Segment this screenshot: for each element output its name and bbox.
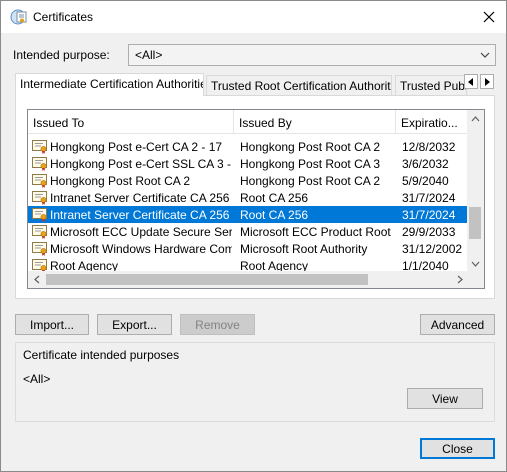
- window-title: Certificates: [33, 10, 94, 24]
- certificate-icon: [32, 242, 47, 256]
- intended-purpose-value: <All>: [135, 48, 163, 62]
- chevron-left-icon: [33, 275, 39, 284]
- column-label: Expiratio...: [401, 116, 458, 130]
- cell-issued-to: Hongkong Post e-Cert CA 2 - 17: [50, 140, 223, 154]
- tab-strip: Intermediate Certification Authorities T…: [15, 73, 495, 96]
- tab-trusted-root-ca[interactable]: Trusted Root Certification Authorities: [206, 75, 392, 95]
- intended-purpose-select[interactable]: <All>: [128, 44, 496, 66]
- cell-expiration: 31/12/2002: [402, 242, 463, 256]
- cell-issued-by: Hongkong Post Root CA 3: [240, 157, 381, 171]
- tab-panel: Issued To Issued By Expiratio... Hongkon…: [15, 95, 495, 299]
- table-row[interactable]: Intranet Server Certificate CA 256 Root C…: [28, 206, 468, 223]
- cell-expiration: 31/7/2024: [402, 208, 456, 222]
- remove-button[interactable]: Remove: [180, 314, 255, 335]
- tab-label: Trusted Publ: [400, 79, 467, 93]
- button-label: Advanced: [430, 317, 485, 332]
- cell-expiration: 3/6/2032: [402, 157, 449, 171]
- view-button[interactable]: View: [407, 388, 483, 409]
- vertical-scroll-thumb[interactable]: [469, 207, 481, 239]
- tab-label: Trusted Root Certification Authorities: [211, 79, 392, 93]
- cell-issued-by: Microsoft ECC Product Root ...: [240, 225, 392, 239]
- intended-purposes-value: <All>: [23, 372, 51, 386]
- horizontal-scrollbar[interactable]: [28, 271, 468, 288]
- cell-expiration: 31/7/2024: [402, 191, 456, 205]
- button-label: Import...: [29, 317, 74, 332]
- table-row[interactable]: Microsoft Windows Hardware Comp... Micros…: [28, 240, 468, 257]
- tab-scroll-left-button[interactable]: [464, 74, 478, 89]
- cell-issued-to: Microsoft Windows Hardware Comp...: [50, 242, 232, 256]
- cell-issued-by: Hongkong Post Root CA 2: [240, 140, 381, 154]
- cell-expiration: 12/8/2032: [402, 140, 456, 154]
- tab-trusted-publishers[interactable]: Trusted Publ: [395, 75, 467, 95]
- export-button[interactable]: Export...: [97, 314, 172, 335]
- certificate-icon: [32, 140, 47, 154]
- intended-purposes-title: Certificate intended purposes: [23, 348, 180, 362]
- column-issued-by[interactable]: Issued By: [234, 110, 396, 134]
- close-icon: [483, 11, 495, 23]
- certificate-icon: [32, 225, 47, 239]
- table-row[interactable]: Microsoft ECC Update Secure Serv... Micro…: [28, 223, 468, 240]
- tab-intermediate-ca[interactable]: Intermediate Certification Authorities: [15, 73, 204, 96]
- scroll-up-button[interactable]: [467, 110, 484, 127]
- chevron-down-icon: [480, 52, 490, 58]
- cell-issued-to: Hongkong Post Root CA 2: [50, 174, 191, 188]
- cell-issued-to: Intranet Server Certificate CA 256: [50, 191, 230, 205]
- table-row[interactable]: Hongkong Post e-Cert CA 2 - 17 Hongkong P…: [28, 138, 468, 155]
- certificate-icon: [32, 174, 47, 188]
- button-label: Remove: [195, 317, 240, 332]
- list-body: Hongkong Post e-Cert CA 2 - 17 Hongkong P…: [28, 138, 468, 274]
- chevron-down-icon: [471, 261, 480, 267]
- button-label: Export...: [112, 317, 157, 332]
- cell-issued-to: Microsoft ECC Update Secure Serv...: [50, 225, 232, 239]
- cell-issued-by: Microsoft Root Authority: [240, 242, 368, 256]
- cell-issued-to: Hongkong Post e-Cert SSL CA 3 - 17: [50, 157, 232, 171]
- chevron-left-icon: [468, 77, 473, 86]
- vertical-scrollbar[interactable]: [467, 110, 484, 272]
- button-label: Close: [442, 441, 473, 456]
- certificate-icon: [32, 191, 47, 205]
- scroll-left-button[interactable]: [28, 271, 45, 288]
- horizontal-scroll-thumb[interactable]: [46, 274, 368, 285]
- certificate-icon: [32, 157, 47, 171]
- table-row[interactable]: Hongkong Post e-Cert SSL CA 3 - 17 Hongko…: [28, 155, 468, 172]
- button-label: View: [432, 391, 458, 406]
- cell-issued-by: Root CA 256: [240, 191, 309, 205]
- column-issued-to[interactable]: Issued To: [28, 110, 234, 134]
- advanced-button[interactable]: Advanced: [420, 314, 495, 335]
- title-close-button[interactable]: [472, 1, 506, 33]
- chevron-right-icon: [485, 77, 490, 86]
- column-label: Issued By: [239, 116, 292, 130]
- table-row[interactable]: Intranet Server Certificate CA 256 Root C…: [28, 189, 468, 206]
- cell-issued-to: Intranet Server Certificate CA 256: [50, 208, 230, 222]
- scrollbar-corner: [467, 271, 484, 288]
- certificates-dialog: Certificates Intended purpose: <All> Int…: [0, 0, 507, 472]
- import-button[interactable]: Import...: [15, 314, 89, 335]
- column-label: Issued To: [33, 116, 85, 130]
- tab-scroll-right-button[interactable]: [480, 74, 494, 89]
- title-bar: Certificates: [1, 1, 506, 33]
- cell-issued-by: Root CA 256: [240, 208, 309, 222]
- certificate-manager-icon: [10, 9, 27, 25]
- chevron-right-icon: [457, 275, 463, 284]
- cell-issued-by: Hongkong Post Root CA 2: [240, 174, 381, 188]
- tab-label: Intermediate Certification Authorities: [20, 77, 204, 91]
- table-row[interactable]: Hongkong Post Root CA 2 Hongkong Post Roo…: [28, 172, 468, 189]
- close-button[interactable]: Close: [420, 438, 495, 459]
- column-expiration[interactable]: Expiratio...: [396, 110, 468, 134]
- cell-expiration: 29/9/2033: [402, 225, 456, 239]
- scroll-down-button[interactable]: [467, 255, 484, 272]
- intended-purpose-label: Intended purpose:: [13, 48, 110, 62]
- certificate-list[interactable]: Issued To Issued By Expiratio... Hongkon…: [27, 109, 485, 289]
- certificate-icon: [32, 208, 47, 222]
- list-header: Issued To Issued By Expiratio...: [28, 110, 468, 134]
- chevron-up-icon: [471, 115, 480, 121]
- cell-expiration: 5/9/2040: [402, 174, 449, 188]
- scroll-right-button[interactable]: [451, 271, 468, 288]
